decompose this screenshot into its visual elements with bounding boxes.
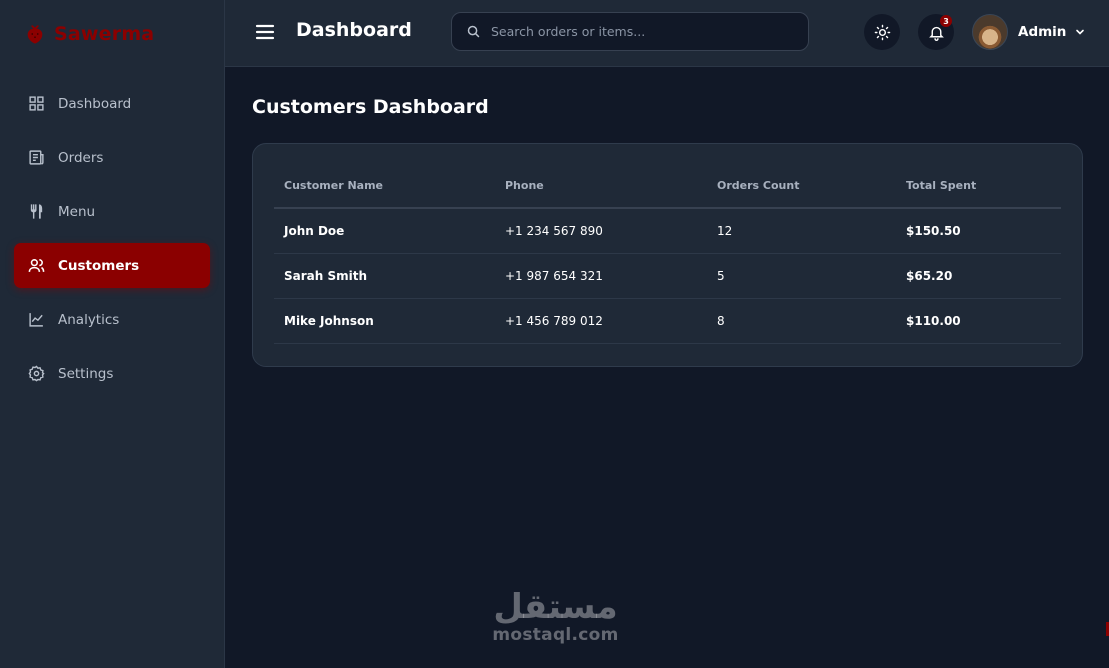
customers-table: Customer Name Phone Orders Count Total S… <box>274 164 1061 344</box>
phone-cell: +1 456 789 012 <box>495 298 707 344</box>
search-bar[interactable] <box>451 12 809 51</box>
total-spent-cell: $150.50 <box>896 208 1061 254</box>
sidebar-item-label: Customers <box>58 257 140 274</box>
strawberry-logo-icon <box>27 24 43 44</box>
sidebar-item-menu[interactable]: Menu <box>14 189 210 234</box>
page-title: Customers Dashboard <box>252 96 489 118</box>
table-row[interactable]: Mike Johnson +1 456 789 012 8 $110.00 <box>274 298 1061 344</box>
users-icon <box>27 257 45 275</box>
grid-icon <box>27 95 45 113</box>
sidebar-item-orders[interactable]: Orders <box>14 135 210 180</box>
sidebar-item-label: Settings <box>58 365 114 382</box>
table-row[interactable]: Sarah Smith +1 987 654 321 5 $65.20 <box>274 253 1061 299</box>
orders-count-cell: 5 <box>707 253 896 299</box>
theme-toggle-button[interactable] <box>864 14 900 50</box>
sidebar-item-label: Dashboard <box>58 95 132 112</box>
sidebar-item-label: Menu <box>58 203 96 220</box>
sidebar-item-label: Orders <box>58 149 104 166</box>
orders-count-cell: 8 <box>707 298 896 344</box>
chart-line-icon <box>27 311 45 329</box>
orders-count-cell: 12 <box>707 208 896 254</box>
top-header: Dashboard 3 Admin <box>225 0 1109 67</box>
phone-cell: +1 987 654 321 <box>495 253 707 299</box>
table-header-row: Customer Name Phone Orders Count Total S… <box>274 164 1061 209</box>
table-row[interactable]: John Doe +1 234 567 890 12 $150.50 <box>274 208 1061 254</box>
total-spent-cell: $65.20 <box>896 253 1061 299</box>
sidebar-item-settings[interactable]: Settings <box>14 351 210 396</box>
user-name: Admin <box>1018 24 1067 40</box>
sidebar-item-label: Analytics <box>58 311 120 328</box>
customer-name-cell: Sarah Smith <box>274 253 495 299</box>
watermark: مستقل mostaql.com <box>488 588 623 644</box>
watermark-arabic: مستقل <box>493 587 618 627</box>
phone-cell: +1 234 567 890 <box>495 208 707 254</box>
search-icon <box>467 25 480 38</box>
utensils-icon <box>27 203 45 221</box>
hamburger-menu-icon[interactable] <box>255 22 275 42</box>
brand-logo[interactable]: Sawerma <box>0 0 224 67</box>
customer-name-cell: John Doe <box>274 208 495 254</box>
watermark-latin: mostaql.com <box>492 625 619 645</box>
chevron-down-icon <box>1076 29 1085 35</box>
user-menu[interactable]: Admin <box>972 14 1085 50</box>
total-spent-cell: $110.00 <box>896 298 1061 344</box>
sidebar-item-customers[interactable]: Customers <box>14 243 210 288</box>
sidebar-item-analytics[interactable]: Analytics <box>14 297 210 342</box>
sidebar: Sawerma Dashboard Orders Menu Customers … <box>0 0 225 668</box>
search-input[interactable] <box>491 24 791 39</box>
notifications-button[interactable]: 3 <box>918 14 954 50</box>
gear-icon <box>27 365 45 383</box>
avatar <box>972 14 1008 50</box>
main-content: Customers Dashboard Customer Name Phone … <box>252 96 1083 367</box>
notification-badge: 3 <box>940 15 952 27</box>
column-header-phone: Phone <box>495 164 707 209</box>
column-header-total-spent: Total Spent <box>896 164 1061 209</box>
brand-name: Sawerma <box>54 22 155 45</box>
sidebar-nav: Dashboard Orders Menu Customers Analytic… <box>0 67 224 396</box>
customer-name-cell: Mike Johnson <box>274 298 495 344</box>
header-title: Dashboard <box>296 19 412 41</box>
receipt-icon <box>27 149 45 167</box>
sidebar-item-dashboard[interactable]: Dashboard <box>14 81 210 126</box>
customers-table-card: Customer Name Phone Orders Count Total S… <box>252 143 1083 367</box>
sun-icon <box>874 24 890 40</box>
column-header-orders-count: Orders Count <box>707 164 896 209</box>
column-header-customer-name: Customer Name <box>274 164 495 209</box>
